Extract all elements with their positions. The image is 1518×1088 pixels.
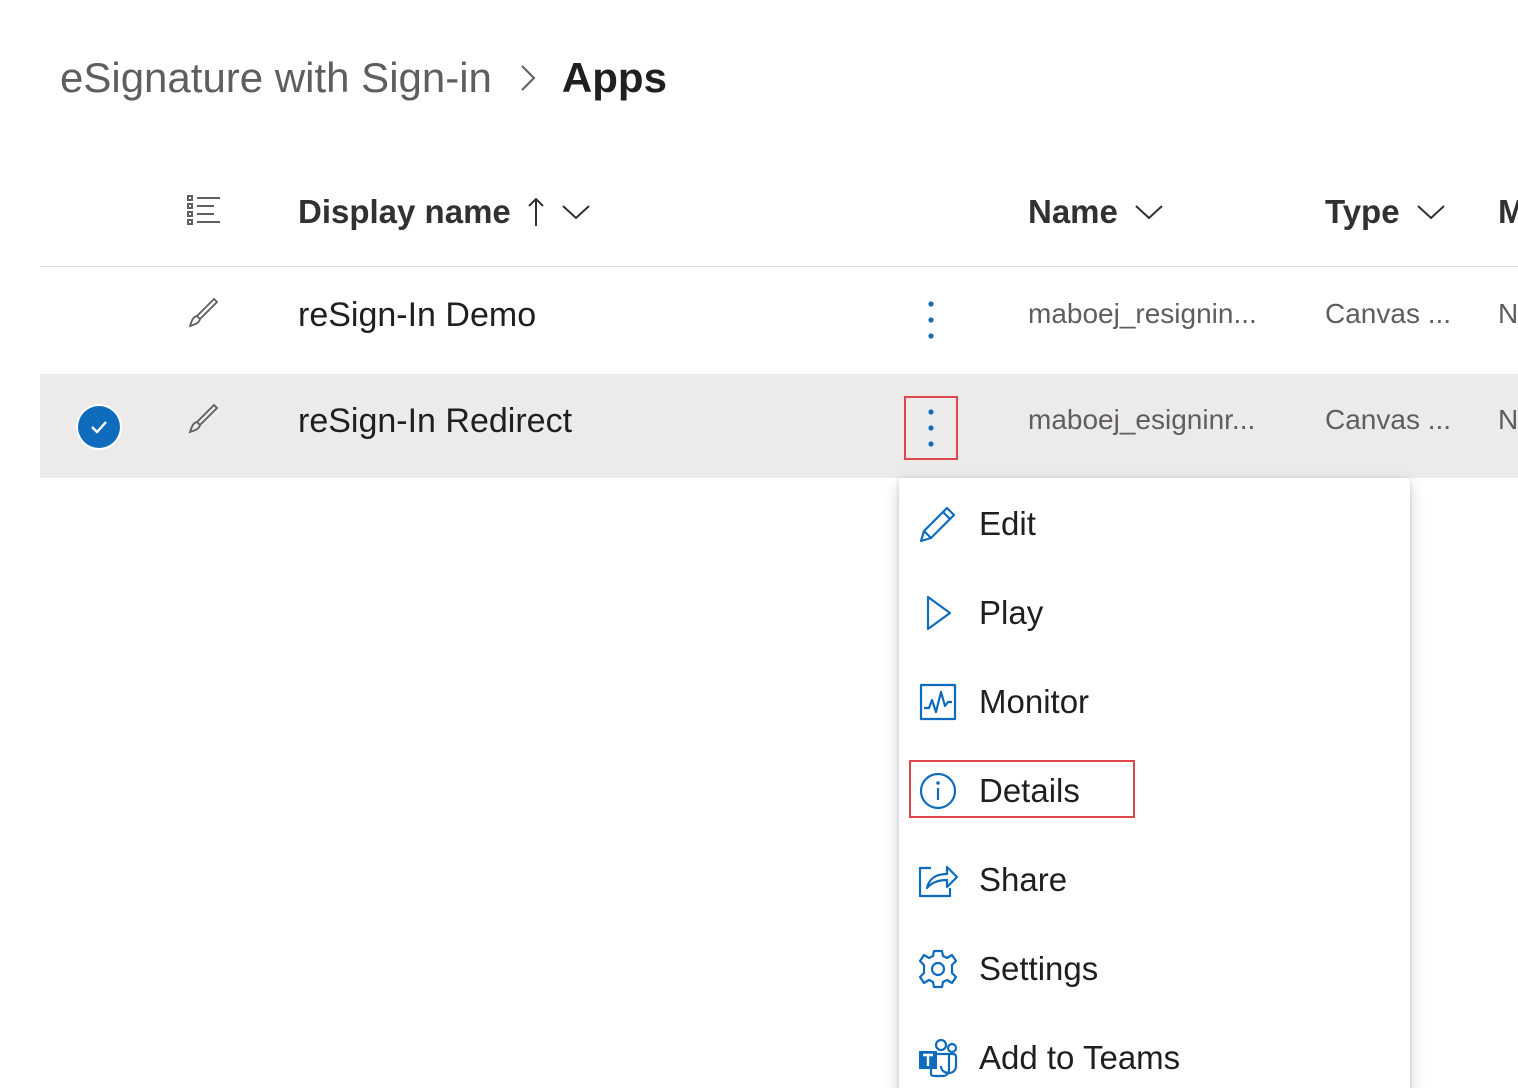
file-type-column-icon[interactable] (186, 193, 226, 233)
column-header-type[interactable]: Type (1325, 190, 1446, 234)
apps-page: eSignature with Sign-in Apps Display nam… (0, 0, 1518, 1088)
column-header-name[interactable]: Name (1028, 190, 1164, 234)
pencil-icon (917, 503, 959, 545)
menu-item-label: Monitor (979, 683, 1090, 720)
menu-item-settings[interactable]: Settings (899, 929, 1410, 1009)
page-title: Apps (561, 54, 667, 101)
chevron-down-icon (561, 203, 591, 221)
app-name-cell: maboej_esigninr... (1028, 404, 1256, 435)
table-row[interactable]: reSign-In Demo maboej_resignin... Canvas… (40, 268, 1518, 372)
app-type-cell: Canvas ... (1325, 404, 1452, 435)
menu-item-label: Settings (979, 950, 1099, 987)
share-icon (917, 859, 959, 901)
app-name-cell: maboej_resignin... (1028, 298, 1257, 329)
table-header: Display name Name Type M (40, 168, 1518, 267)
chevron-right-icon (520, 63, 536, 93)
table-row-selected[interactable]: reSign-In Redirect maboej_esigninr... Ca… (40, 374, 1518, 478)
column-header-name-label: Name (1028, 193, 1118, 230)
app-display-name[interactable]: reSign-In Demo (298, 296, 536, 335)
menu-item-label: Add to Teams (979, 1039, 1181, 1076)
more-options-icon[interactable] (908, 292, 954, 348)
menu-item-edit[interactable]: Edit (899, 484, 1410, 564)
breadcrumb: eSignature with Sign-in Apps (60, 48, 667, 108)
menu-item-play[interactable]: Play (899, 573, 1410, 653)
chevron-down-icon (1134, 203, 1164, 221)
app-modified-cell: N (1498, 404, 1518, 435)
column-header-type-label: Type (1325, 193, 1400, 230)
app-type-cell: Canvas ... (1325, 298, 1452, 329)
app-modified-cell: N (1498, 298, 1518, 329)
menu-item-label: Play (979, 594, 1044, 631)
monitor-icon (917, 681, 959, 723)
teams-icon (917, 1037, 959, 1079)
details-highlight-box (909, 760, 1135, 818)
gear-icon (917, 948, 959, 990)
menu-item-share[interactable]: Share (899, 840, 1410, 920)
context-menu: Edit Play Monitor Details Share Settings… (899, 478, 1410, 1088)
canvas-app-icon (186, 402, 222, 438)
column-header-modified-label: M (1498, 193, 1518, 230)
menu-item-label: Edit (979, 505, 1036, 542)
chevron-down-icon (1416, 203, 1446, 221)
menu-item-monitor[interactable]: Monitor (899, 662, 1410, 742)
column-header-display-name-label: Display name (298, 193, 511, 230)
breadcrumb-parent-link[interactable]: eSignature with Sign-in (60, 54, 492, 102)
sort-ascending-icon (527, 196, 545, 228)
canvas-app-icon (186, 296, 222, 332)
row-selected-checkmark-icon[interactable] (78, 406, 120, 448)
column-header-display-name[interactable]: Display name (298, 190, 591, 234)
menu-item-add-to-teams[interactable]: Add to Teams (899, 1018, 1410, 1088)
play-icon (917, 592, 959, 634)
app-display-name[interactable]: reSign-In Redirect (298, 402, 572, 441)
column-header-modified[interactable]: M (1498, 190, 1518, 234)
menu-item-label: Share (979, 861, 1068, 898)
more-options-icon[interactable] (904, 396, 958, 460)
